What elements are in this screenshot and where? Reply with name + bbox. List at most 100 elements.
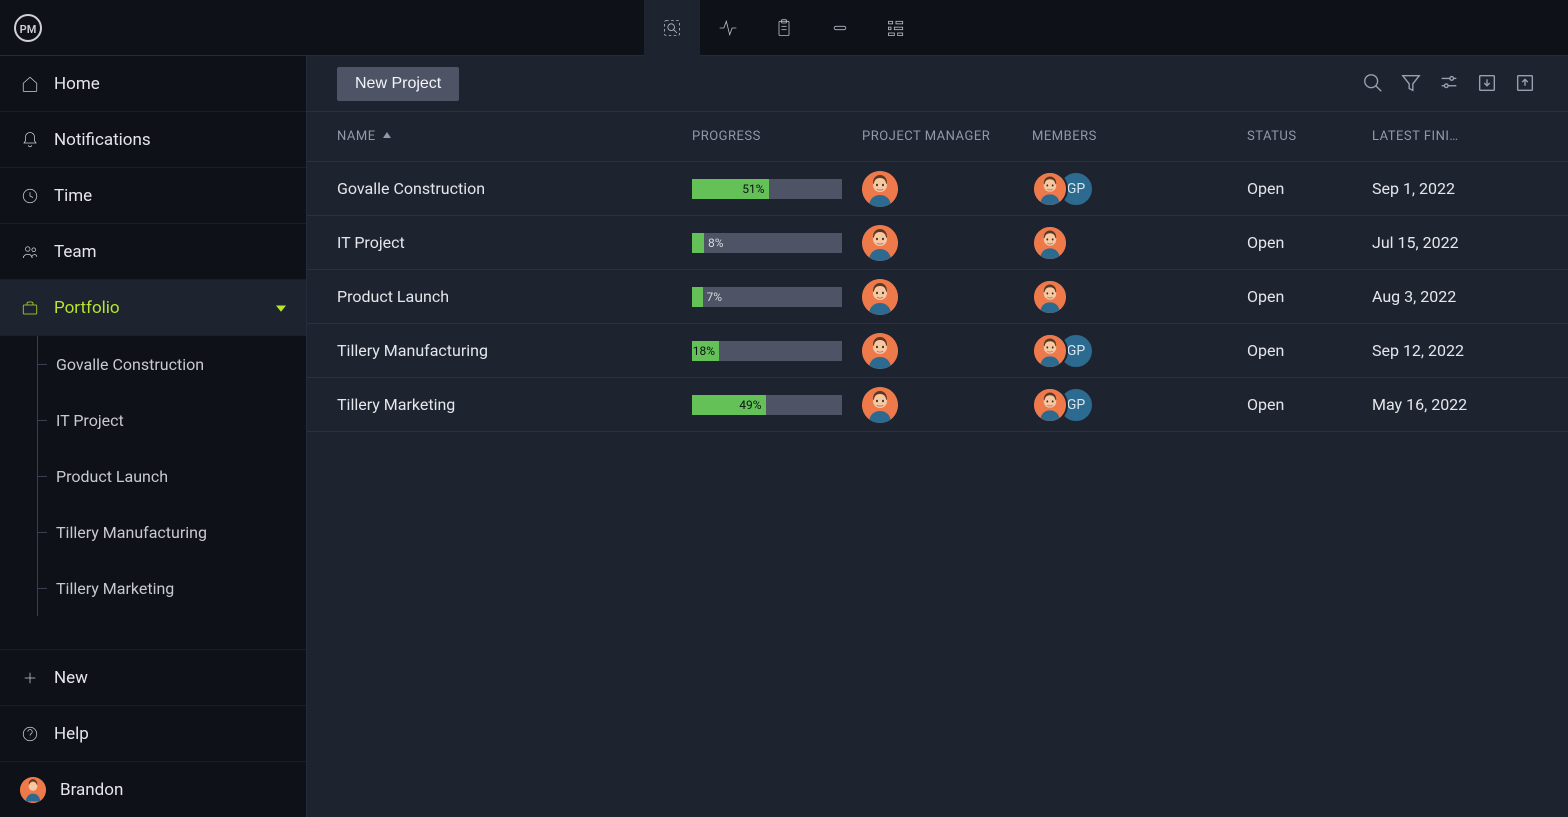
cell-members: GP bbox=[1032, 333, 1247, 369]
avatar bbox=[862, 279, 898, 315]
table-row[interactable]: Product Launch7% OpenAug 3, 2022 bbox=[307, 270, 1568, 324]
column-header-finish[interactable]: LATEST FINI… bbox=[1372, 129, 1538, 144]
bell-icon bbox=[20, 130, 40, 150]
main-toolbar: New Project bbox=[307, 56, 1568, 112]
avatar bbox=[862, 387, 898, 423]
cell-finish: Sep 12, 2022 bbox=[1372, 341, 1538, 360]
projects-table: NAME PROGRESS PROJECT MANAGER MEMBERS ST… bbox=[307, 112, 1568, 817]
cell-project-manager bbox=[862, 225, 1032, 261]
cell-status: Open bbox=[1247, 287, 1372, 306]
sidebar-subitem-label: Tillery Marketing bbox=[56, 579, 174, 598]
avatar bbox=[1032, 225, 1068, 261]
avatar bbox=[1032, 387, 1068, 423]
avatar bbox=[1032, 171, 1068, 207]
sidebar-subitem[interactable]: IT Project bbox=[0, 392, 306, 448]
cell-progress: 18% bbox=[692, 341, 862, 361]
sidebar-label: Help bbox=[54, 724, 89, 744]
column-header-members[interactable]: MEMBERS bbox=[1032, 129, 1247, 144]
cell-finish: May 16, 2022 bbox=[1372, 395, 1538, 414]
sidebar-label: New bbox=[54, 668, 88, 688]
sidebar-subitem-label: Product Launch bbox=[56, 467, 168, 486]
sidebar-item-new[interactable]: New bbox=[0, 649, 306, 705]
cell-finish: Jul 15, 2022 bbox=[1372, 233, 1538, 252]
table-row[interactable]: Tillery Marketing49%GPOpenMay 16, 2022 bbox=[307, 378, 1568, 432]
help-icon bbox=[20, 724, 40, 744]
topbar-flow-icon[interactable] bbox=[868, 0, 924, 56]
cell-project-manager bbox=[862, 171, 1032, 207]
sidebar-subitem[interactable]: Tillery Manufacturing bbox=[0, 504, 306, 560]
avatar bbox=[862, 171, 898, 207]
sidebar-subitem-label: IT Project bbox=[56, 411, 124, 430]
cell-name: Tillery Manufacturing bbox=[337, 341, 692, 360]
sidebar-label: Brandon bbox=[60, 780, 123, 800]
team-icon bbox=[20, 242, 40, 262]
app-logo[interactable]: PM bbox=[0, 0, 56, 56]
column-header-name[interactable]: NAME bbox=[337, 129, 692, 144]
table-row[interactable]: Tillery Manufacturing18% GPOpenSep 12, 20… bbox=[307, 324, 1568, 378]
progress-bar: 8% bbox=[692, 233, 842, 253]
cell-status: Open bbox=[1247, 341, 1372, 360]
column-header-pm[interactable]: PROJECT MANAGER bbox=[862, 129, 1032, 144]
sidebar-label: Home bbox=[54, 74, 100, 94]
progress-bar: 49% bbox=[692, 395, 842, 415]
sidebar-item-home[interactable]: Home bbox=[0, 56, 306, 112]
cell-status: Open bbox=[1247, 395, 1372, 414]
cell-project-manager bbox=[862, 333, 1032, 369]
table-row[interactable]: IT Project8%OpenJul 15, 2022 bbox=[307, 216, 1568, 270]
briefcase-icon bbox=[20, 298, 40, 318]
sidebar-item-notifications[interactable]: Notifications bbox=[0, 112, 306, 168]
cell-name: Product Launch bbox=[337, 287, 692, 306]
sidebar-item-user[interactable]: Brandon bbox=[0, 761, 306, 817]
avatar bbox=[1032, 279, 1068, 315]
chevron-down-icon bbox=[276, 298, 286, 318]
sort-ascending-icon bbox=[382, 129, 392, 144]
sidebar: Home Notifications Time Team Portfolio bbox=[0, 56, 307, 817]
new-project-button[interactable]: New Project bbox=[337, 67, 459, 101]
progress-value: 51% bbox=[692, 179, 769, 199]
cell-progress: 51% bbox=[692, 179, 862, 199]
progress-bar: 7% bbox=[692, 287, 842, 307]
import-icon[interactable] bbox=[1476, 72, 1500, 96]
cell-members: GP bbox=[1032, 171, 1247, 207]
sidebar-item-time[interactable]: Time bbox=[0, 168, 306, 224]
topbar-clipboard-icon[interactable] bbox=[756, 0, 812, 56]
sidebar-item-help[interactable]: Help bbox=[0, 705, 306, 761]
sidebar-subitem[interactable]: Product Launch bbox=[0, 448, 306, 504]
sidebar-label: Team bbox=[54, 242, 97, 262]
home-icon bbox=[20, 74, 40, 94]
settings-sliders-icon[interactable] bbox=[1438, 72, 1462, 96]
cell-progress: 8% bbox=[692, 233, 862, 253]
cell-members bbox=[1032, 279, 1247, 315]
sidebar-item-team[interactable]: Team bbox=[0, 224, 306, 280]
export-icon[interactable] bbox=[1514, 72, 1538, 96]
progress-value: 18% bbox=[692, 341, 719, 361]
progress-bar: 18% bbox=[692, 341, 842, 361]
cell-status: Open bbox=[1247, 179, 1372, 198]
sidebar-subitem[interactable]: Govalle Construction bbox=[0, 336, 306, 392]
sidebar-subitem[interactable]: Tillery Marketing bbox=[0, 560, 306, 616]
topbar-attachment-icon[interactable] bbox=[812, 0, 868, 56]
sidebar-item-portfolio[interactable]: Portfolio bbox=[0, 280, 306, 336]
cell-finish: Sep 1, 2022 bbox=[1372, 179, 1538, 198]
avatar bbox=[862, 333, 898, 369]
pm-logo-icon: PM bbox=[13, 13, 43, 43]
cell-members bbox=[1032, 225, 1247, 261]
main-content: New Project NAME PROGRESS PROJECT MA bbox=[307, 56, 1568, 817]
filter-icon[interactable] bbox=[1400, 72, 1424, 96]
cell-members: GP bbox=[1032, 387, 1247, 423]
cell-name: IT Project bbox=[337, 233, 692, 252]
cell-progress: 49% bbox=[692, 395, 862, 415]
column-header-progress[interactable]: PROGRESS bbox=[692, 129, 862, 144]
table-header: NAME PROGRESS PROJECT MANAGER MEMBERS ST… bbox=[307, 112, 1568, 162]
topbar-activity-icon[interactable] bbox=[700, 0, 756, 56]
column-header-status[interactable]: STATUS bbox=[1247, 129, 1372, 144]
topbar-zoom-icon[interactable] bbox=[644, 0, 700, 56]
sidebar-subitem-label: Govalle Construction bbox=[56, 355, 204, 374]
avatar bbox=[1032, 333, 1068, 369]
svg-text:PM: PM bbox=[20, 23, 37, 36]
search-icon[interactable] bbox=[1362, 72, 1386, 96]
topbar: PM bbox=[0, 0, 1568, 56]
cell-finish: Aug 3, 2022 bbox=[1372, 287, 1538, 306]
table-row[interactable]: Govalle Construction51%GPOpenSep 1, 2022 bbox=[307, 162, 1568, 216]
progress-bar: 51% bbox=[692, 179, 842, 199]
